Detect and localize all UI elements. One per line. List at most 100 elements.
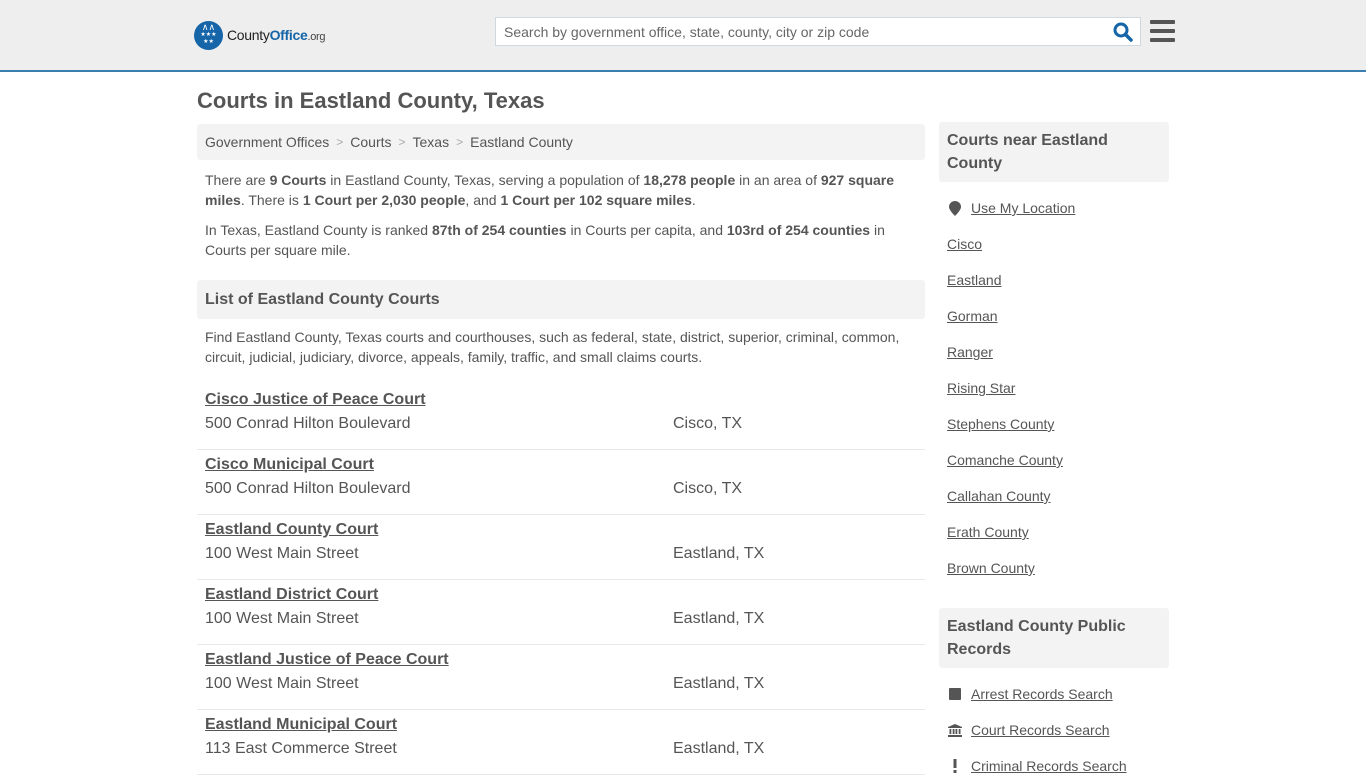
highlight-stat: 103rd of 254 counties <box>726 222 871 238</box>
text-run: in Courts per capita, and <box>566 222 727 238</box>
nearby-link[interactable]: Gorman <box>947 308 998 324</box>
nearby-link[interactable]: Erath County <box>947 524 1029 540</box>
court-row: Cisco Municipal Court 500 Conrad Hilton B… <box>197 450 925 515</box>
breadcrumb-separator: > <box>336 135 344 149</box>
highlight-stat: 1 Court per 102 square miles <box>500 192 692 208</box>
courts-list-heading: List of Eastland County Courts <box>197 280 925 319</box>
hamburger-menu-button[interactable] <box>1150 20 1175 42</box>
highlight-stat: 87th of 254 counties <box>431 222 567 238</box>
nearby-link[interactable]: Ranger <box>947 344 993 360</box>
nearby-item: Callahan County <box>947 478 1161 514</box>
courts-list-description: Find Eastland County, Texas courts and c… <box>205 329 900 365</box>
court-city: Eastland, TX <box>673 610 765 627</box>
map-marker-icon <box>947 200 963 216</box>
highlight-stat: 9 Courts <box>269 172 327 188</box>
nearby-item: Brown County <box>947 550 1161 586</box>
nearby-link[interactable]: Cisco <box>947 236 982 252</box>
court-name-link[interactable]: Eastland Justice of Peace Court <box>205 651 449 669</box>
court-city: Eastland, TX <box>673 545 765 562</box>
breadcrumb-separator: > <box>398 135 406 149</box>
text-run: In Texas, Eastland County is ranked <box>205 222 432 238</box>
sidebar: Courts near Eastland County Use My Locat… <box>939 122 1169 784</box>
highlight-stat: 1 Court per 2,030 people <box>302 192 466 208</box>
public-records-list: Arrest Records Search Court Records Searc… <box>939 668 1169 784</box>
nearby-item: Comanche County <box>947 442 1161 478</box>
public-record-item: Criminal Records Search <box>947 748 1161 784</box>
text-run: in Eastland County, Texas, serving a pop… <box>326 172 644 188</box>
highlight-stat: 18,278 people <box>643 172 736 188</box>
nearby-item: Erath County <box>947 514 1161 550</box>
search-bar <box>495 17 1141 46</box>
court-name-link[interactable]: Cisco Municipal Court <box>205 456 374 474</box>
search-button[interactable] <box>1112 21 1134 43</box>
court-row: Cisco Justice of Peace Court 500 Conrad H… <box>197 385 925 450</box>
court-name-link[interactable]: Cisco Justice of Peace Court <box>205 391 426 409</box>
court-address: 500 Conrad Hilton Boulevard <box>205 415 411 432</box>
nearby-courts-list: Use My Location Cisco Eastland Gorman Range… <box>939 182 1169 586</box>
search-icon <box>1113 22 1133 42</box>
exclamation-icon <box>947 759 963 773</box>
nearby-link[interactable]: Rising Star <box>947 380 1015 396</box>
logo-county: County <box>227 27 270 43</box>
breadcrumb-eastland-county[interactable]: Eastland County <box>470 134 573 150</box>
page-title: Courts in Eastland County, Texas <box>197 88 545 113</box>
court-name-link[interactable]: Eastland Municipal Court <box>205 716 397 734</box>
summary-paragraph: There are 9 Courts in Eastland County, T… <box>197 170 925 210</box>
logo-org: .org <box>307 31 326 43</box>
court-city: Eastland, TX <box>673 740 765 757</box>
breadcrumb-courts[interactable]: Courts <box>350 134 391 150</box>
public-record-link[interactable]: Criminal Records Search <box>971 758 1127 774</box>
court-city: Cisco, TX <box>673 480 743 497</box>
site-header: ∧∧ ★★★ ★★ CountyOffice.org <box>0 0 1366 72</box>
public-record-link[interactable]: Court Records Search <box>971 722 1110 738</box>
public-record-item: Court Records Search <box>947 712 1161 748</box>
court-address: 500 Conrad Hilton Boulevard <box>205 480 411 497</box>
menu-bar <box>1150 29 1175 33</box>
text-run: There are <box>205 172 270 188</box>
public-records-heading: Eastland County Public Records <box>939 608 1169 668</box>
menu-bar <box>1150 20 1175 24</box>
text-run: , and <box>465 192 501 208</box>
nearby-link[interactable]: Comanche County <box>947 452 1063 468</box>
square-icon <box>947 688 963 700</box>
text-run: . <box>691 192 696 208</box>
search-input[interactable] <box>496 18 1096 45</box>
public-record-item: Arrest Records Search <box>947 676 1161 712</box>
nearby-item: Stephens County <box>947 406 1161 442</box>
nearby-link[interactable]: Callahan County <box>947 488 1051 504</box>
nearby-item: Gorman <box>947 298 1161 334</box>
court-address: 100 West Main Street <box>205 610 359 627</box>
nearby-courts-heading: Courts near Eastland County <box>939 122 1169 182</box>
court-city: Eastland, TX <box>673 675 765 692</box>
nearby-item: Rising Star <box>947 370 1161 406</box>
court-address: 100 West Main Street <box>205 545 359 562</box>
nearby-link[interactable]: Stephens County <box>947 416 1054 432</box>
ranking-paragraph: In Texas, Eastland County is ranked 87th… <box>197 220 925 260</box>
logo-wordmark: CountyOffice.org <box>227 27 326 43</box>
text-run: in an area of <box>735 172 821 188</box>
court-row: Eastland County Court 100 West Main Stree… <box>197 515 925 580</box>
menu-bar <box>1150 38 1175 42</box>
breadcrumb-government-offices[interactable]: Government Offices <box>205 134 329 150</box>
breadcrumb: Government Offices > Courts > Texas > Ea… <box>197 124 925 160</box>
eagle-logo-icon: ∧∧ ★★★ ★★ <box>194 20 223 50</box>
use-my-location-item: Use My Location <box>947 190 1161 226</box>
court-name-link[interactable]: Eastland District Court <box>205 586 378 604</box>
breadcrumb-separator: > <box>456 135 464 149</box>
use-my-location-link[interactable]: Use My Location <box>971 200 1075 216</box>
court-row: Eastland Justice of Peace Court 100 West … <box>197 645 925 710</box>
court-name-link[interactable]: Eastland County Court <box>205 521 378 539</box>
court-row: Eastland Municipal Court 113 East Commerc… <box>197 710 925 775</box>
public-record-link[interactable]: Arrest Records Search <box>971 686 1113 702</box>
court-address: 100 West Main Street <box>205 675 359 692</box>
nearby-item: Eastland <box>947 262 1161 298</box>
court-city: Cisco, TX <box>673 415 743 432</box>
nearby-item: Cisco <box>947 226 1161 262</box>
court-address: 113 East Commerce Street <box>205 740 397 757</box>
breadcrumb-texas[interactable]: Texas <box>413 134 450 150</box>
court-row: Eastland District Court 100 West Main Str… <box>197 580 925 645</box>
site-logo[interactable]: ∧∧ ★★★ ★★ CountyOffice.org <box>194 20 326 50</box>
nearby-link[interactable]: Brown County <box>947 560 1035 576</box>
nearby-link[interactable]: Eastland <box>947 272 1001 288</box>
nearby-item: Ranger <box>947 334 1161 370</box>
